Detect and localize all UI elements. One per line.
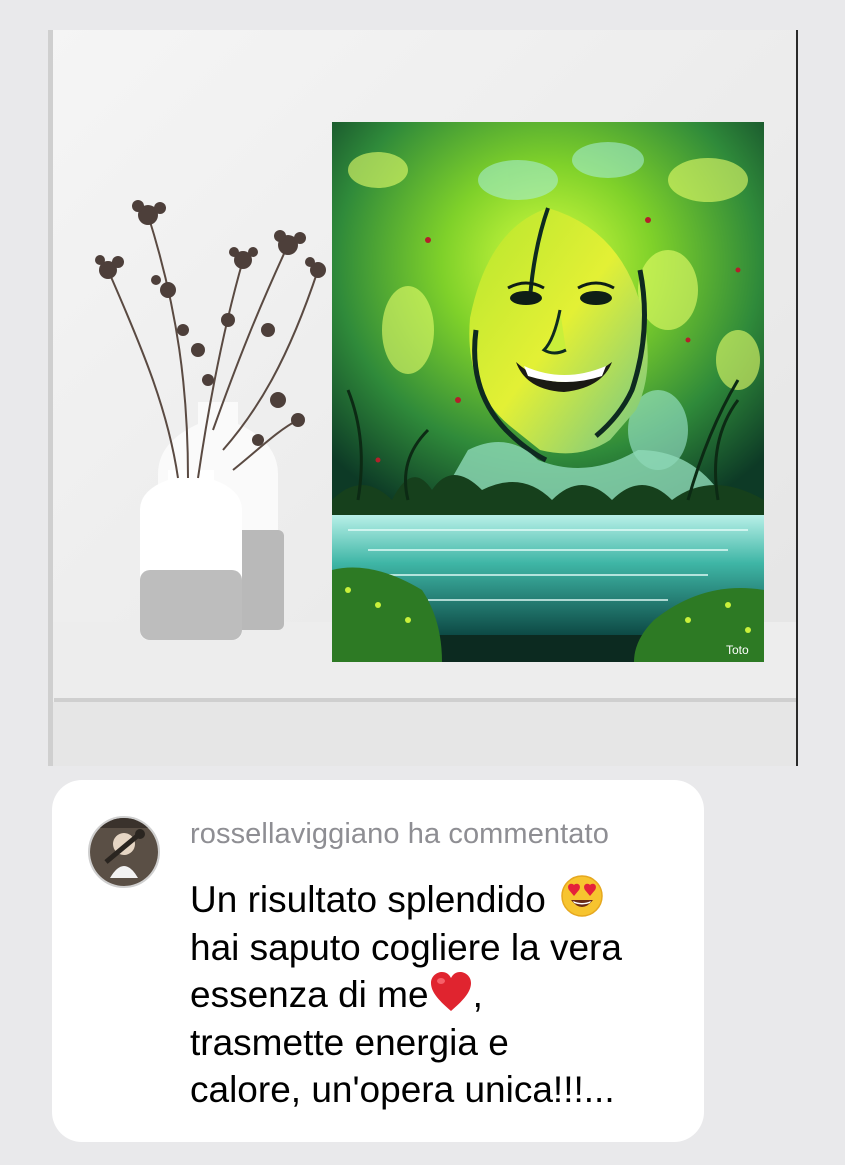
avatar[interactable] (88, 816, 160, 888)
comment-text: trasmette energia e (190, 1021, 509, 1063)
comment-author[interactable]: rossellaviggiano (190, 818, 400, 850)
comment-line: calore, un'opera unica!!!... (190, 1066, 690, 1114)
comment-body: Un risultato splendido hai saputo coglie… (190, 874, 690, 1114)
post-photo[interactable]: Toto (48, 30, 798, 766)
painting: Toto (332, 122, 764, 662)
comment-line: trasmette energia e (190, 1019, 690, 1067)
comment-action: ha commentato (407, 818, 609, 850)
comment-line: Un risultato splendido (190, 874, 690, 924)
comment-text: essenza di me (190, 974, 429, 1015)
comment-header: rossellaviggiano ha commentato (190, 818, 609, 851)
user-avatar-icon (90, 818, 158, 886)
comment-text: calore, un'opera unica!!!... (190, 1069, 615, 1110)
screen: Toto rossellaviggiano ha commentato Un r… (0, 0, 845, 1165)
comment-line: hai saputo cogliere la vera (190, 924, 690, 972)
post-photo-illustration: Toto (48, 30, 796, 766)
heart-eyes-emoji-icon (560, 874, 604, 918)
comment-text: Un risultato splendido (190, 879, 546, 920)
comment-line: essenza di me , (190, 971, 690, 1019)
comment-text: hai saputo cogliere la vera (190, 926, 622, 968)
comment-text: , (472, 974, 483, 1015)
red-heart-emoji-icon (429, 971, 473, 1013)
painting-signature: Toto (726, 643, 749, 657)
